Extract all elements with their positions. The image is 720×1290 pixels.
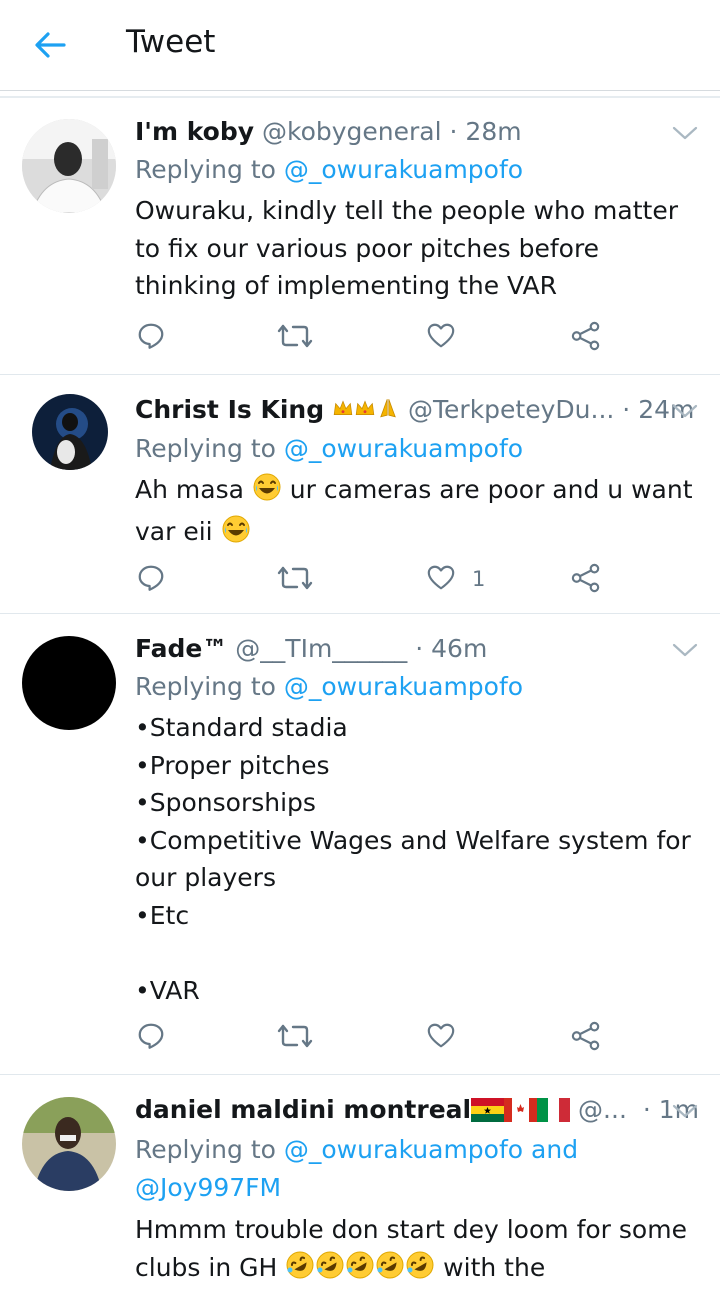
tweet-text: Owuraku, kindly tell the people who matt…	[135, 192, 705, 305]
display-name[interactable]: I'm koby	[135, 117, 254, 146]
share-icon[interactable]	[571, 1019, 601, 1059]
user-handle[interactable]: @...	[578, 1095, 627, 1124]
reply-icon[interactable]	[136, 1019, 166, 1059]
retweet-icon[interactable]	[277, 1019, 313, 1059]
tweet[interactable]: I'm koby @kobygeneral · 28m Replying to …	[0, 98, 720, 375]
display-name[interactable]: Fade™	[135, 634, 227, 663]
replying-label: Replying to	[135, 155, 284, 184]
chevron-down-icon[interactable]	[672, 1103, 698, 1119]
reply-icon[interactable]	[136, 319, 166, 359]
share-icon[interactable]	[571, 561, 601, 601]
text-segment: Ah masa	[135, 475, 252, 504]
tweet-header: Fade™ @__TIm______ · 46m	[135, 632, 487, 666]
timestamp: · 46m	[415, 634, 487, 663]
tweet-actions: 1	[0, 561, 720, 601]
mention-link[interactable]: @_owurakuampofo	[284, 1135, 523, 1164]
text-segment: var eii	[135, 517, 221, 546]
retweet-icon[interactable]	[277, 319, 313, 359]
crown-icon	[332, 394, 354, 431]
text-segment: clubs in GH	[135, 1253, 285, 1282]
replying-label: Replying to	[135, 672, 284, 701]
user-handle[interactable]: @kobygeneral	[262, 117, 442, 146]
replying-to: Replying to @_owurakuampofo and	[135, 1131, 578, 1169]
avatar[interactable]	[32, 394, 108, 470]
retweet-icon[interactable]	[277, 561, 313, 601]
top-bar: Tweet	[0, 0, 720, 91]
rofl-emoji-icon	[375, 1250, 405, 1290]
replying-label: Replying to	[135, 434, 284, 463]
tweet[interactable]: Fade™ @__TIm______ · 46m Replying to @_o…	[0, 614, 720, 1075]
display-name[interactable]: daniel maldini montreal	[135, 1095, 471, 1124]
display-name[interactable]: Christ Is King	[135, 395, 324, 424]
replying-to: Replying to @_owurakuampofo	[135, 668, 523, 706]
avatar[interactable]	[22, 119, 116, 213]
flag-canada-icon	[504, 1097, 537, 1131]
chevron-down-icon[interactable]	[672, 125, 698, 141]
replying-to: Replying to @_owurakuampofo	[135, 151, 523, 189]
timestamp: · 28m	[450, 117, 522, 146]
reply-icon[interactable]	[136, 561, 166, 601]
back-arrow-icon[interactable]	[30, 28, 70, 62]
chevron-down-icon[interactable]	[672, 403, 698, 419]
avatar[interactable]	[22, 636, 116, 730]
user-handle[interactable]: @__TIm______	[235, 634, 407, 663]
rofl-emoji-icon	[285, 1250, 315, 1290]
tweet[interactable]: daniel maldini montreal @... · 1m Replyi…	[0, 1075, 720, 1281]
replying-and: and	[523, 1135, 578, 1164]
text-segment: ur cameras are poor and u want	[282, 475, 693, 504]
replying-to: Replying to @_owurakuampofo	[135, 430, 523, 468]
like-icon[interactable]	[426, 561, 456, 601]
share-icon[interactable]	[571, 319, 601, 359]
tweet-header: I'm koby @kobygeneral · 28m	[135, 115, 522, 149]
page-title: Tweet	[126, 24, 215, 60]
rofl-emoji-icon	[345, 1250, 375, 1290]
user-handle[interactable]: @TerkpeteyDu...	[408, 395, 614, 424]
text-segment: with the	[435, 1253, 545, 1282]
laughing-emoji-icon	[221, 514, 251, 555]
like-icon[interactable]	[426, 1019, 456, 1059]
text-segment: Hmmm trouble don start dey loom for some	[135, 1215, 687, 1244]
mention-link[interactable]: @_owurakuampofo	[284, 155, 523, 184]
tweet-text: Hmmm trouble don start dey loom for some…	[135, 1211, 705, 1290]
flag-italy-icon	[537, 1097, 570, 1131]
replying-to-second: @Joy997FM	[135, 1169, 281, 1207]
mention-link[interactable]: @_owurakuampofo	[284, 434, 523, 463]
crown-icon	[354, 394, 376, 431]
tweet[interactable]: Christ Is King @TerkpeteyDu... · 24m Rep…	[0, 375, 720, 614]
tweet-actions	[0, 319, 720, 359]
like-count: 1	[472, 567, 485, 591]
tweet-text: Ah masa ur cameras are poor and u want va…	[135, 471, 705, 554]
like-icon[interactable]	[426, 319, 456, 359]
tweet-header: daniel maldini montreal @... · 1m	[135, 1093, 699, 1131]
folded-hands-icon	[376, 394, 400, 431]
rofl-emoji-icon	[315, 1250, 345, 1290]
flag-ghana-icon	[471, 1097, 504, 1131]
laughing-emoji-icon	[252, 472, 282, 513]
avatar[interactable]	[22, 1097, 116, 1191]
tweet-header: Christ Is King @TerkpeteyDu... · 24m	[135, 393, 694, 431]
chevron-down-icon[interactable]	[672, 642, 698, 658]
tweet-text: •Standard stadia •Proper pitches •Sponso…	[135, 709, 705, 1009]
rofl-emoji-icon	[405, 1250, 435, 1290]
replying-label: Replying to	[135, 1135, 284, 1164]
mention-link[interactable]: @Joy997FM	[135, 1173, 281, 1202]
mention-link[interactable]: @_owurakuampofo	[284, 672, 523, 701]
tweet-actions	[0, 1019, 720, 1059]
